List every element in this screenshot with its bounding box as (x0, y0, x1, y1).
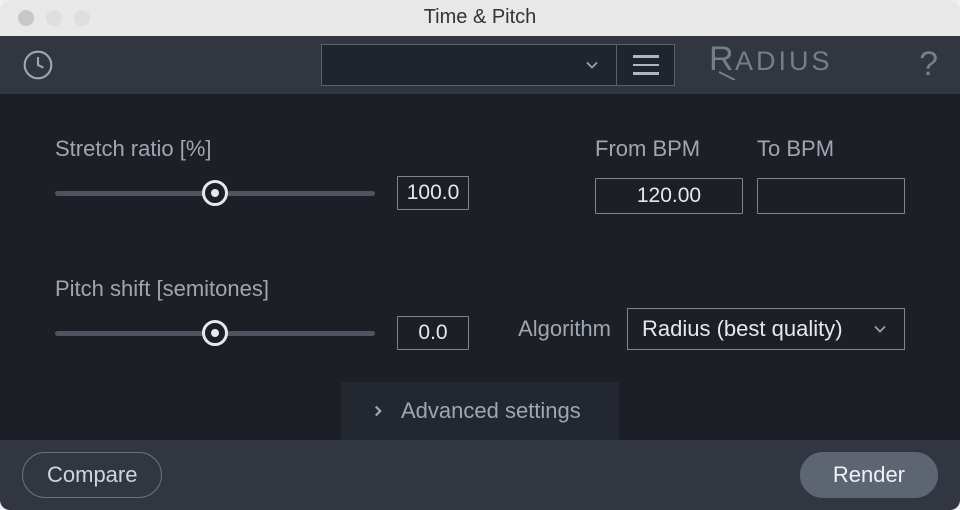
stretch-ratio-input[interactable]: 100.0 (397, 176, 469, 210)
footer: Compare Render (0, 440, 960, 510)
stretch-ratio-label: Stretch ratio [%] (55, 136, 475, 162)
preset-menu-button[interactable] (617, 44, 675, 86)
stretch-ratio-group: Stretch ratio [%] 100.0 (55, 136, 475, 210)
chevron-down-icon (582, 55, 602, 75)
traffic-lights (0, 10, 90, 26)
window-titlebar[interactable]: Time & Pitch (0, 0, 960, 36)
minimize-button[interactable] (46, 10, 62, 26)
algorithm-dropdown[interactable]: Radius (best quality) (627, 308, 905, 350)
to-bpm-input[interactable] (757, 178, 905, 214)
render-button-label: Render (833, 462, 905, 488)
help-icon[interactable]: ? (919, 45, 938, 84)
from-bpm-input[interactable]: 120.00 (595, 178, 743, 214)
pitch-shift-slider[interactable] (55, 321, 375, 345)
compare-button[interactable]: Compare (22, 452, 162, 498)
chevron-right-icon (369, 402, 387, 420)
stretch-ratio-slider[interactable] (55, 181, 375, 205)
svg-text:ADIUS: ADIUS (735, 46, 833, 76)
algorithm-label: Algorithm (518, 316, 611, 342)
slider-thumb[interactable] (202, 320, 228, 346)
history-icon[interactable] (22, 49, 54, 81)
pitch-shift-group: Pitch shift [semitones] 0.0 (55, 276, 475, 350)
pitch-shift-label: Pitch shift [semitones] (55, 276, 475, 302)
from-bpm-group: From BPM 120.00 (595, 136, 743, 214)
hamburger-icon (633, 55, 659, 75)
pitch-shift-input[interactable]: 0.0 (397, 316, 469, 350)
window-title: Time & Pitch (0, 6, 960, 29)
from-bpm-label: From BPM (595, 136, 743, 162)
render-button[interactable]: Render (800, 452, 938, 498)
preset-dropdown[interactable] (321, 44, 617, 86)
toolbar: R ADIUS ? (0, 36, 960, 94)
chevron-down-icon (870, 319, 890, 339)
to-bpm-label: To BPM (757, 136, 905, 162)
compare-button-label: Compare (47, 462, 137, 488)
advanced-settings-label: Advanced settings (401, 398, 581, 424)
slider-thumb[interactable] (202, 180, 228, 206)
maximize-button[interactable] (74, 10, 90, 26)
plugin-window: Time & Pitch R ADIUS ? (0, 0, 960, 510)
close-button[interactable] (18, 10, 34, 26)
svg-text:R: R (709, 40, 736, 78)
main-body: Stretch ratio [%] 100.0 From BPM 120.00 … (0, 94, 960, 440)
algorithm-selected: Radius (best quality) (642, 316, 843, 342)
advanced-settings-toggle[interactable]: Advanced settings (341, 382, 619, 440)
to-bpm-group: To BPM (757, 136, 905, 214)
brand-logo: R ADIUS (709, 40, 885, 89)
